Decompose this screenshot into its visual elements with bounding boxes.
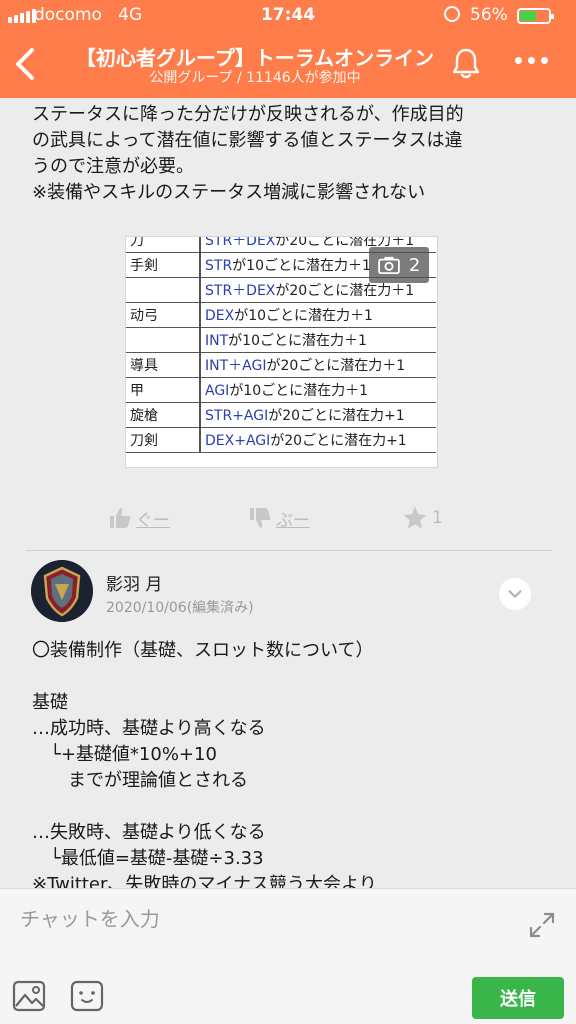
expand-input-button[interactable] (528, 911, 556, 939)
rule-cell: INTが10ごとに潜在力＋1 (200, 327, 436, 353)
rule-cell: DEXが10ごとに潜在力＋1 (200, 302, 436, 328)
expand-arrows-icon (529, 912, 555, 938)
image-button[interactable] (12, 979, 46, 1013)
star-icon (403, 506, 427, 529)
stat-label: INT (205, 333, 229, 349)
image-icon (12, 980, 46, 1012)
rule-text: が10ごとに潜在力＋1 (234, 308, 373, 324)
crest-avatar-icon (31, 560, 93, 622)
bad-label: ぶー (276, 510, 310, 531)
rule-text: が20ごとに潜在力+1 (268, 408, 405, 424)
rule-text: が10ごとに潜在力＋1 (229, 383, 369, 399)
good-button[interactable]: ぐー (108, 500, 170, 536)
photo-count: 2 (408, 254, 421, 276)
battery-percent: 56% (470, 5, 508, 25)
weapon-cell (126, 327, 201, 353)
rule-text: が20ごとに潜在力＋1 (275, 283, 415, 299)
stat-label: DEX+AGI (205, 433, 271, 449)
message-text: ステータスに降った分だけが反映されるが、作成目的 の武具によって潜在値に影響する… (32, 104, 464, 203)
rule-cell: STR+AGIが20ごとに潜在力+1 (200, 402, 436, 428)
group-subtitle: 公開グループ / 11146人が参加中 (149, 70, 361, 86)
bad-button[interactable]: ぶー (248, 500, 310, 536)
chat-composer: 送信 (0, 888, 576, 1024)
weapon-cell: 甲 (126, 377, 201, 403)
back-button[interactable] (10, 44, 38, 84)
rule-cell: INT＋AGIが20ごとに潜在力＋1 (200, 352, 436, 378)
stat-label: INT＋AGI (205, 358, 267, 374)
weapon-cell: 手剣 (126, 252, 201, 278)
weapon-cell: 刀 (126, 237, 201, 253)
chevron-down-icon (508, 590, 522, 598)
notification-button[interactable] (450, 46, 482, 80)
send-button[interactable]: 送信 (472, 977, 564, 1019)
rotation-lock-icon (444, 6, 460, 22)
avatar[interactable] (31, 560, 93, 622)
status-bar: docomo 4G 17:44 56% (0, 0, 576, 32)
weapon-cell: 刀剣 (126, 427, 201, 453)
weapon-cell: 旋槍 (126, 402, 201, 428)
star-count: 1 (432, 508, 443, 528)
more-button[interactable] (515, 52, 555, 68)
image-table-row: 旋槍 STR+AGIが20ごとに潜在力+1 (126, 402, 436, 428)
reaction-bar: ぐー ぶー 1 (100, 500, 480, 536)
author-name[interactable]: 影羽 月 (106, 570, 162, 595)
weapon-cell: 導具 (126, 352, 201, 378)
chevron-left-icon (16, 48, 34, 80)
camera-icon (377, 256, 400, 274)
rule-cell: AGIが10ごとに潜在力＋1 (200, 377, 436, 403)
app-header: docomo 4G 17:44 56% 【初心者グループ】トーラムオンライン 公… (0, 0, 576, 98)
battery-icon (517, 8, 554, 24)
stat-label: STR＋DEX (205, 236, 276, 249)
thumbs-up-icon (110, 508, 131, 528)
chat-input[interactable] (20, 905, 500, 933)
post-date: 2020/10/06(編集済み) (106, 600, 254, 616)
thumbs-down-icon (250, 508, 271, 528)
message-text: 〇装備制作（基礎、スロット数について） 基礎 …成功時、基礎より高くなる └+基… (32, 640, 377, 888)
image-table-row: 導具 INT＋AGIが20ごとに潜在力＋1 (126, 352, 436, 378)
photo-count-badge: 2 (369, 247, 429, 283)
stat-label: AGI (205, 383, 230, 399)
image-table-row: 甲 AGIが10ごとに潜在力＋1 (126, 377, 436, 403)
rule-text: が20ごとに潜在力+1 (270, 433, 407, 449)
sticker-button[interactable] (70, 979, 104, 1013)
stat-label: STR＋DEX (205, 283, 276, 299)
stat-label: DEX (205, 308, 235, 324)
message-menu-button[interactable] (499, 578, 531, 610)
good-label: ぐー (136, 510, 170, 531)
bell-icon (452, 48, 480, 79)
message-divider (26, 550, 552, 551)
rule-text: が10ごとに潜在力＋1 (228, 333, 367, 349)
stat-label: STR+AGI (205, 408, 269, 424)
weapon-cell (126, 277, 201, 303)
image-table-row: 刀剣 DEX+AGIが20ごとに潜在力+1 (126, 427, 436, 453)
star-button[interactable]: 1 (402, 500, 443, 536)
stat-label: STR (205, 258, 233, 274)
sticker-face-icon (70, 980, 104, 1012)
more-dots-icon (515, 56, 522, 64)
rule-text: が10ごとに潜在力＋1 (232, 258, 371, 274)
battery-level (520, 11, 536, 21)
chat-thread[interactable]: ステータスに降った分だけが反映されるが、作成目的 の武具によって潜在値に影響する… (0, 98, 576, 888)
weapon-cell: 动弓 (126, 302, 201, 328)
image-table-row: INTが10ごとに潜在力＋1 (126, 327, 436, 353)
rule-text: が20ごとに潜在力＋1 (266, 358, 406, 374)
image-table-row: 动弓 DEXが10ごとに潜在力＋1 (126, 302, 436, 328)
message-image[interactable]: 刀 STR＋DEXが20ごとに潜在力＋1 手剣 STRが10ごとに潜在力＋1 STR＋D… (125, 236, 438, 468)
rule-cell: DEX+AGIが20ごとに潜在力+1 (200, 427, 436, 453)
